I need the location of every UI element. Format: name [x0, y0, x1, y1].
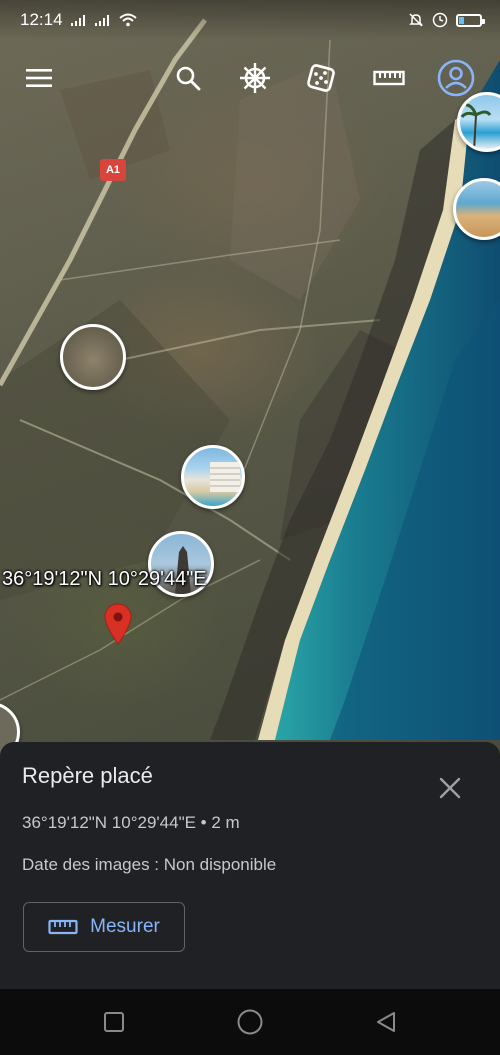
recent-apps-icon: [104, 1012, 124, 1032]
status-bar: 12:14: [0, 0, 500, 40]
battery-icon: [456, 13, 485, 27]
measure-button-label: Mesurer: [90, 916, 160, 937]
back-button[interactable]: [356, 989, 416, 1055]
top-toolbar: [0, 55, 500, 101]
image-date: Date des images : Non disponible: [22, 855, 277, 874]
voyager-wheel-icon: [240, 63, 270, 93]
measure-tool-button[interactable]: [368, 55, 410, 101]
account-button[interactable]: [433, 55, 479, 101]
back-icon: [377, 1012, 395, 1032]
feeling-lucky-button[interactable]: [300, 55, 342, 101]
menu-button[interactable]: [18, 55, 60, 101]
dice-icon: [307, 64, 335, 92]
home-icon: [237, 1009, 263, 1035]
search-icon: [176, 66, 201, 91]
bell-muted-icon: [409, 13, 423, 27]
road-badge-a1: A1: [100, 159, 126, 181]
system-nav-bar: [0, 989, 500, 1055]
recent-apps-button[interactable]: [84, 989, 144, 1055]
wifi-icon: [118, 13, 137, 27]
map-pin-icon[interactable]: [104, 603, 132, 645]
ruler-icon: [48, 919, 78, 935]
signal-icon-2: [94, 15, 109, 26]
home-button[interactable]: [220, 989, 280, 1055]
search-button[interactable]: [167, 55, 209, 101]
close-icon: [439, 777, 461, 799]
voyager-button[interactable]: [234, 55, 276, 101]
menu-icon: [26, 69, 52, 87]
pin-coordinate-label: 36°19'12"N 10°29'44"E: [2, 568, 207, 590]
alarm-icon: [432, 12, 448, 28]
placemark-coordinates: 36°19'12"N 10°29'44"E • 2 m: [22, 813, 240, 832]
panel-title: Repère placé: [22, 763, 153, 788]
close-button[interactable]: [434, 772, 466, 804]
clock: 12:14: [20, 10, 63, 29]
photo-thumbnail-hotel[interactable]: [181, 445, 245, 509]
palm-tree-icon: [460, 103, 492, 149]
account-icon: [437, 59, 475, 97]
photo-thumbnail-aerial[interactable]: [60, 324, 126, 390]
signal-icon: [70, 15, 85, 26]
measure-button[interactable]: Mesurer: [23, 902, 185, 952]
ruler-icon: [373, 70, 405, 86]
